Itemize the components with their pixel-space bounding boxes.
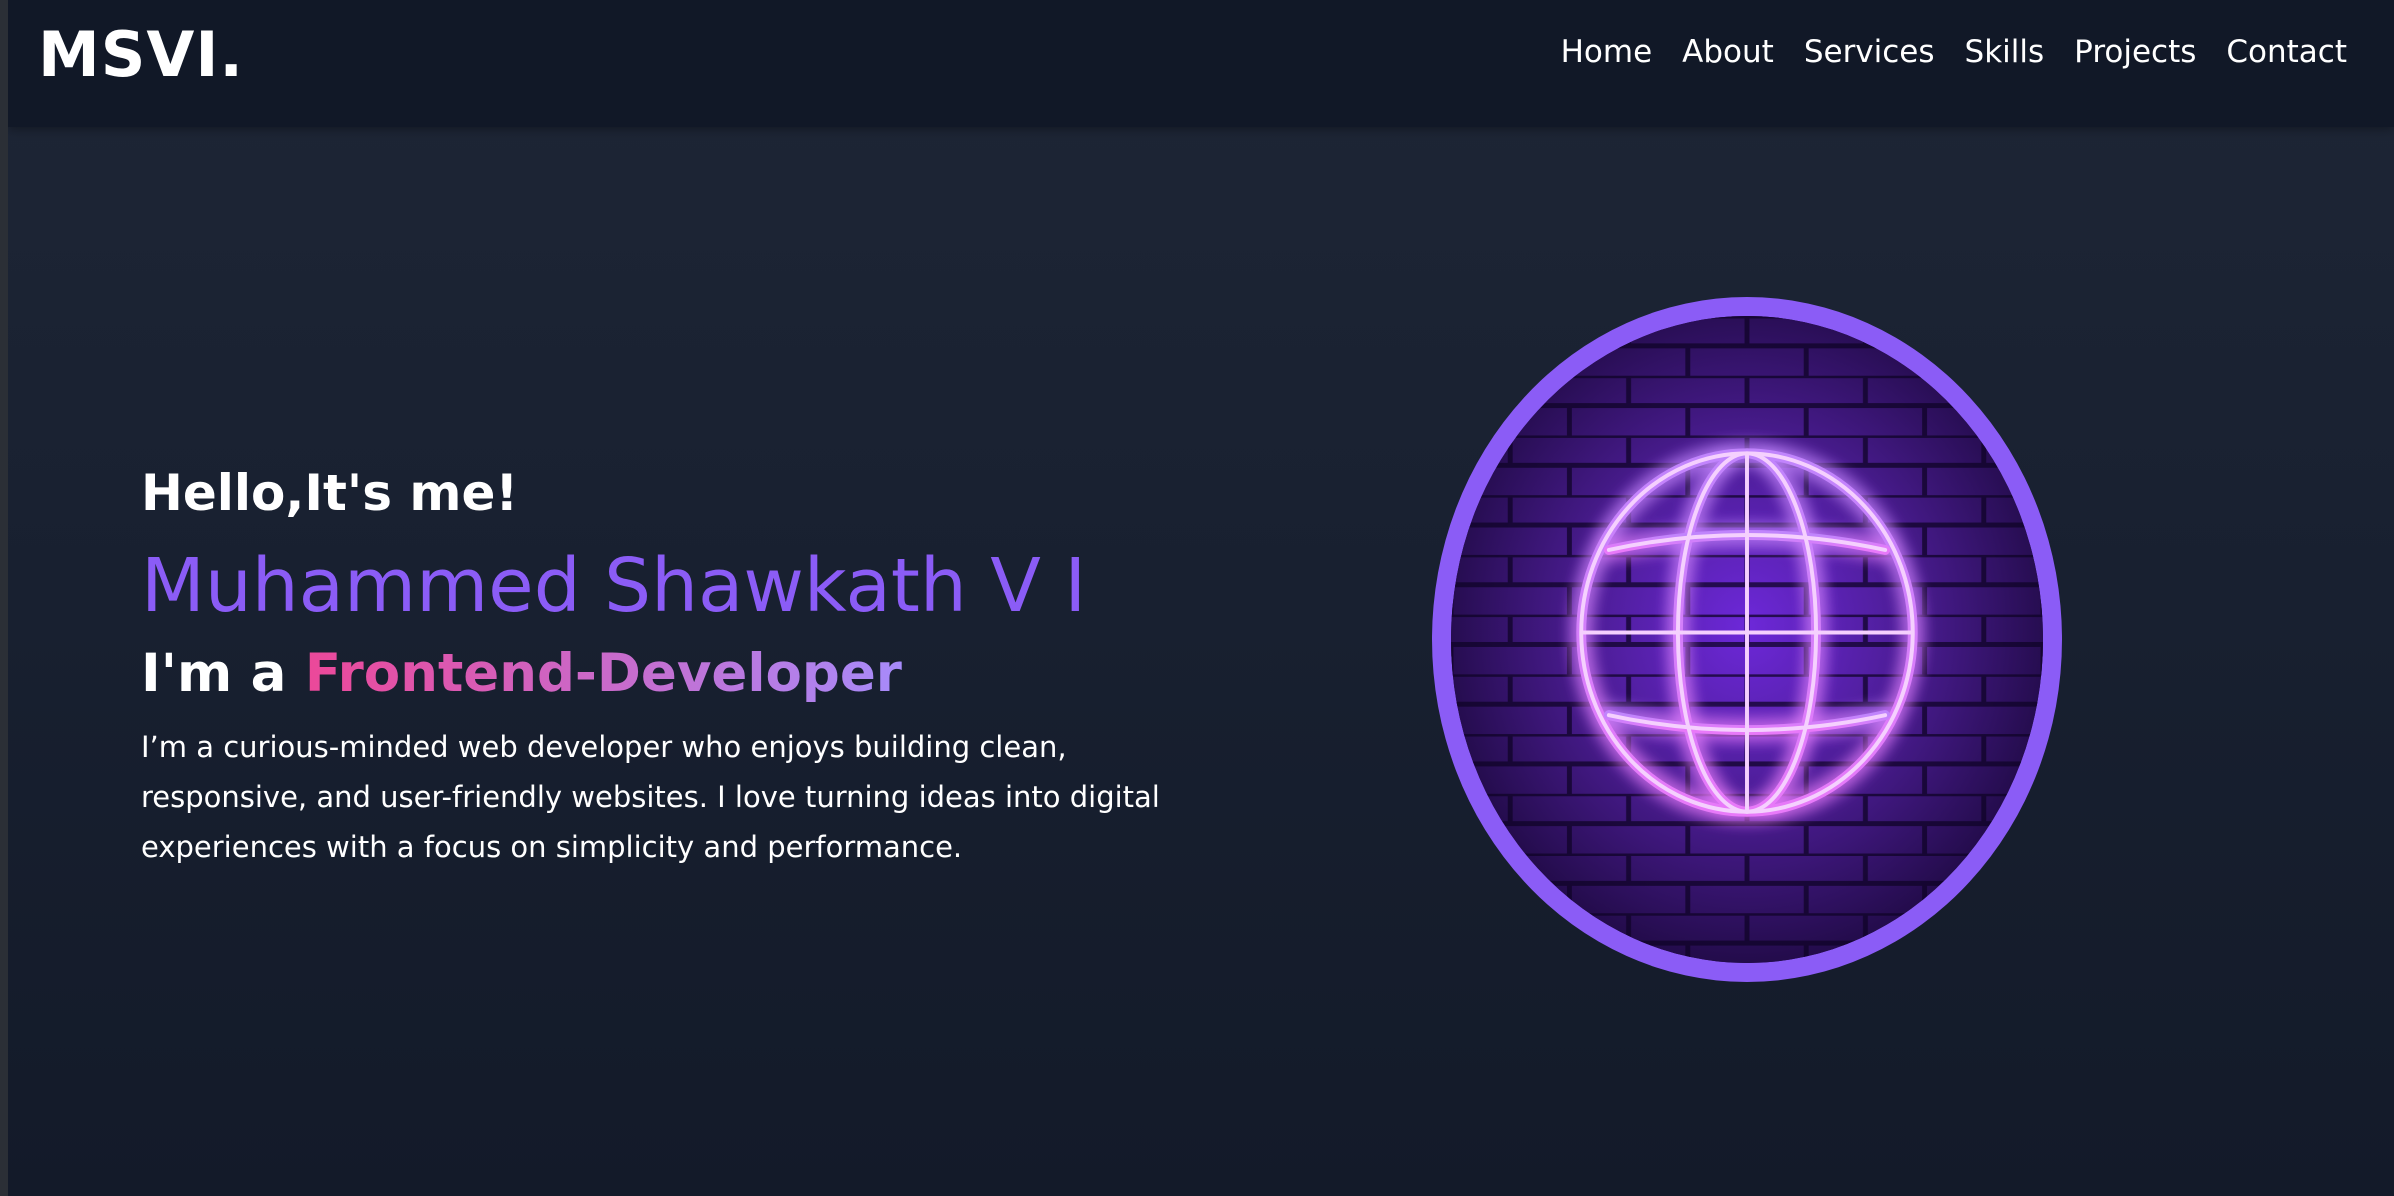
site-logo[interactable]: MSVI.: [38, 18, 244, 91]
hero-greeting: Hello,It's me!: [141, 464, 519, 522]
nav-link-skills[interactable]: Skills: [1965, 34, 2045, 70]
nav-link-about[interactable]: About: [1682, 34, 1774, 70]
nav-menu: Home About Services Skills Projects Cont…: [1561, 34, 2347, 70]
hero-role: I'm a Frontend-Developer: [141, 638, 1251, 710]
nav-link-home[interactable]: Home: [1561, 34, 1653, 70]
hero-bio: I’m a curious-minded web developer who e…: [141, 730, 1160, 864]
role-prefix: I'm a: [141, 643, 305, 704]
role-highlight: Frontend-Developer: [304, 643, 902, 704]
hero-name: Muhammed Shawkath V I: [141, 543, 1087, 629]
neon-globe-icon: [1451, 316, 2043, 963]
nav-link-contact[interactable]: Contact: [2226, 34, 2347, 70]
hero-section: Hello,It's me! Muhammed Shawkath V I I'm…: [141, 458, 1251, 872]
hero-image: [1432, 297, 2062, 982]
navbar: MSVI. Home About Services Skills Project…: [8, 0, 2394, 127]
nav-link-services[interactable]: Services: [1804, 34, 1935, 70]
nav-link-projects[interactable]: Projects: [2074, 34, 2196, 70]
page: MSVI. Home About Services Skills Project…: [8, 0, 2394, 1196]
